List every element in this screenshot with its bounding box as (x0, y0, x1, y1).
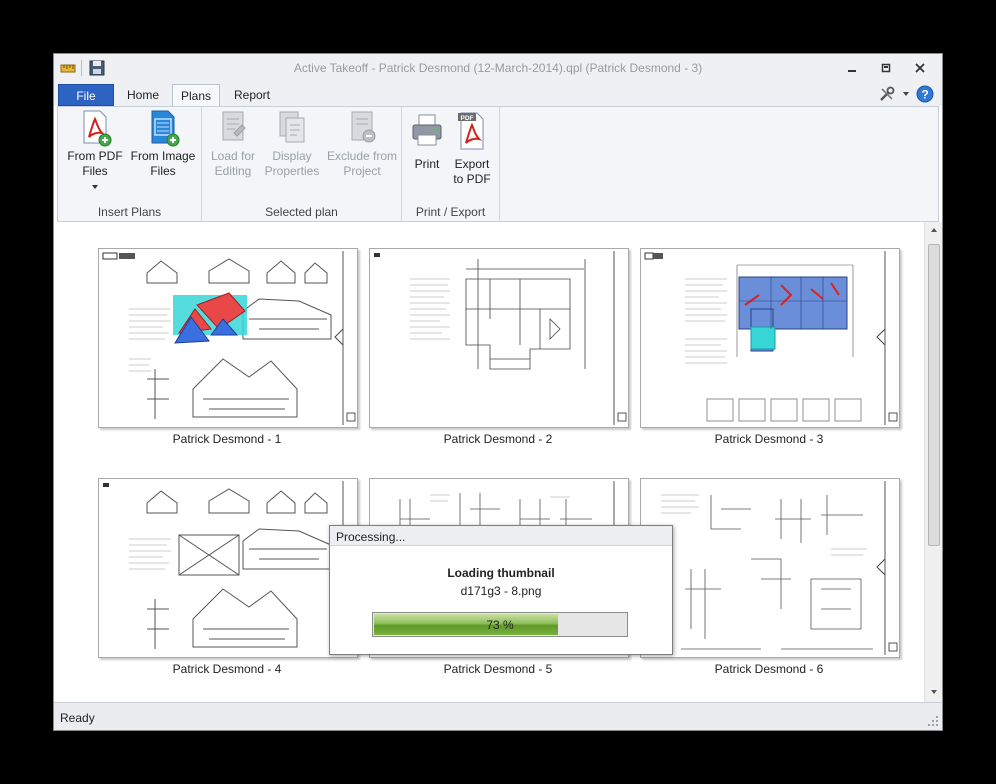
plan-label-6: Patrick Desmond - 6 (714, 662, 824, 676)
from-image-files-button[interactable]: From Image Files (128, 109, 198, 179)
exclude-plan-icon (351, 111, 376, 143)
display-properties-button[interactable]: Display Properties (260, 109, 324, 179)
tab-report[interactable]: Report (222, 84, 282, 106)
plan-4-drawing (103, 481, 356, 655)
plan-1-drawing (102, 251, 356, 425)
progress-text: 73 % (486, 618, 514, 632)
scroll-up-button[interactable] (925, 224, 942, 238)
plan-thumbnail-2[interactable] (369, 248, 629, 428)
tab-home[interactable]: Home (116, 84, 170, 106)
chevron-down-icon[interactable] (902, 90, 910, 98)
load-line1: Load for (210, 149, 256, 163)
plan-thumbnail-6[interactable] (640, 478, 900, 658)
load-line2: Editing (214, 164, 252, 178)
ribbon-tabs: File Home Plans Report ? (54, 82, 942, 107)
resize-grip-icon[interactable] (927, 715, 939, 727)
help-tools: ? (878, 85, 934, 103)
from-image-line1: From Image (130, 149, 196, 163)
from-pdf-line2: Files (82, 164, 108, 178)
display-line1: Display (272, 149, 312, 163)
tab-plans[interactable]: Plans (172, 84, 220, 107)
exclude-line1: Exclude from (326, 149, 398, 163)
window-title: Active Takeoff - Patrick Desmond (12-Mar… (293, 61, 703, 75)
close-button[interactable] (906, 58, 934, 78)
dialog-heading: Loading thumbnail (447, 566, 555, 580)
minimize-button[interactable] (838, 58, 866, 78)
pdf-export-icon: PDF (458, 112, 484, 150)
group-insert-plans: From PDF Files From Image Files Insert P… (58, 107, 202, 221)
dialog-title-bar: Processing... (330, 526, 672, 546)
group-label-print-export: Print / Export (415, 205, 486, 219)
status-bar: Ready (54, 702, 942, 730)
display-line2: Properties (264, 164, 320, 178)
plan-2-drawing (374, 251, 627, 425)
restore-icon (881, 63, 891, 73)
plan-thumbnail-3[interactable] (640, 248, 900, 428)
tools-icon[interactable] (878, 85, 896, 103)
chevron-up-icon (930, 228, 937, 232)
plan-label-1: Patrick Desmond - 1 (172, 432, 282, 446)
help-icon[interactable]: ? (916, 85, 934, 103)
export-to-pdf-button[interactable]: PDF Export to PDF (448, 109, 496, 187)
close-icon (915, 63, 925, 73)
maximize-button[interactable] (872, 58, 900, 78)
plan-thumbnail-1[interactable] (98, 248, 358, 428)
plan-label-5: Patrick Desmond - 5 (443, 662, 553, 676)
from-pdf-line1: From PDF (67, 149, 123, 163)
group-label-selected-plan: Selected plan (265, 205, 338, 219)
dialog-title: Processing... (336, 530, 406, 544)
plan-label-2: Patrick Desmond - 2 (443, 432, 553, 446)
status-text: Ready (60, 711, 95, 725)
plan-6-drawing (661, 481, 898, 655)
plan-thumbnail-4[interactable] (98, 478, 358, 658)
vertical-scrollbar[interactable] (924, 222, 942, 702)
scrollbar-thumb[interactable] (928, 244, 940, 546)
print-line1: Print (414, 157, 440, 171)
load-plan-icon (222, 111, 246, 141)
image-file-add-icon (151, 110, 180, 147)
export-line1: Export (454, 157, 490, 171)
processing-dialog: Processing... Loading thumbnail d171g3 -… (329, 525, 673, 655)
pdf-file-add-icon (83, 110, 112, 147)
exclude-line2: Project (343, 164, 381, 178)
group-selected-plan: Load for Editing Display Properties Excl… (202, 107, 402, 221)
export-line2: to PDF (453, 172, 491, 186)
title-bar: Active Takeoff - Patrick Desmond (12-Mar… (54, 54, 942, 82)
dialog-filename: d171g3 - 8.png (460, 584, 542, 598)
load-for-editing-button[interactable]: Load for Editing (204, 109, 262, 179)
progress-bar: 73 % (372, 612, 628, 637)
dropdown-arrow-icon (92, 185, 98, 189)
printer-icon (412, 114, 442, 146)
tab-file[interactable]: File (58, 84, 114, 106)
plan-label-4: Patrick Desmond - 4 (172, 662, 282, 676)
scroll-down-button[interactable] (925, 686, 942, 700)
group-label-insert-plans: Insert Plans (97, 205, 162, 219)
chevron-down-icon (930, 690, 937, 694)
group-print-export: Print PDF Export to PDF Print / Export (402, 107, 500, 221)
print-button[interactable]: Print (406, 109, 448, 172)
svg-text:PDF: PDF (461, 115, 474, 122)
svg-text:?: ? (921, 88, 928, 102)
ribbon-panel: From PDF Files From Image Files Insert P… (57, 106, 939, 222)
from-image-line2: Files (150, 164, 176, 178)
minimize-icon (848, 70, 856, 72)
plan-label-3: Patrick Desmond - 3 (714, 432, 824, 446)
plan-3-drawing (644, 251, 898, 425)
plans-gallery: Patrick Desmond - 1 Patrick Desmond - 2 … (54, 222, 942, 702)
exclude-from-project-button[interactable]: Exclude from Project (324, 109, 400, 179)
app-window: Active Takeoff - Patrick Desmond (12-Mar… (53, 53, 943, 731)
properties-icon (279, 111, 305, 143)
from-pdf-files-button[interactable]: From PDF Files (62, 109, 128, 192)
